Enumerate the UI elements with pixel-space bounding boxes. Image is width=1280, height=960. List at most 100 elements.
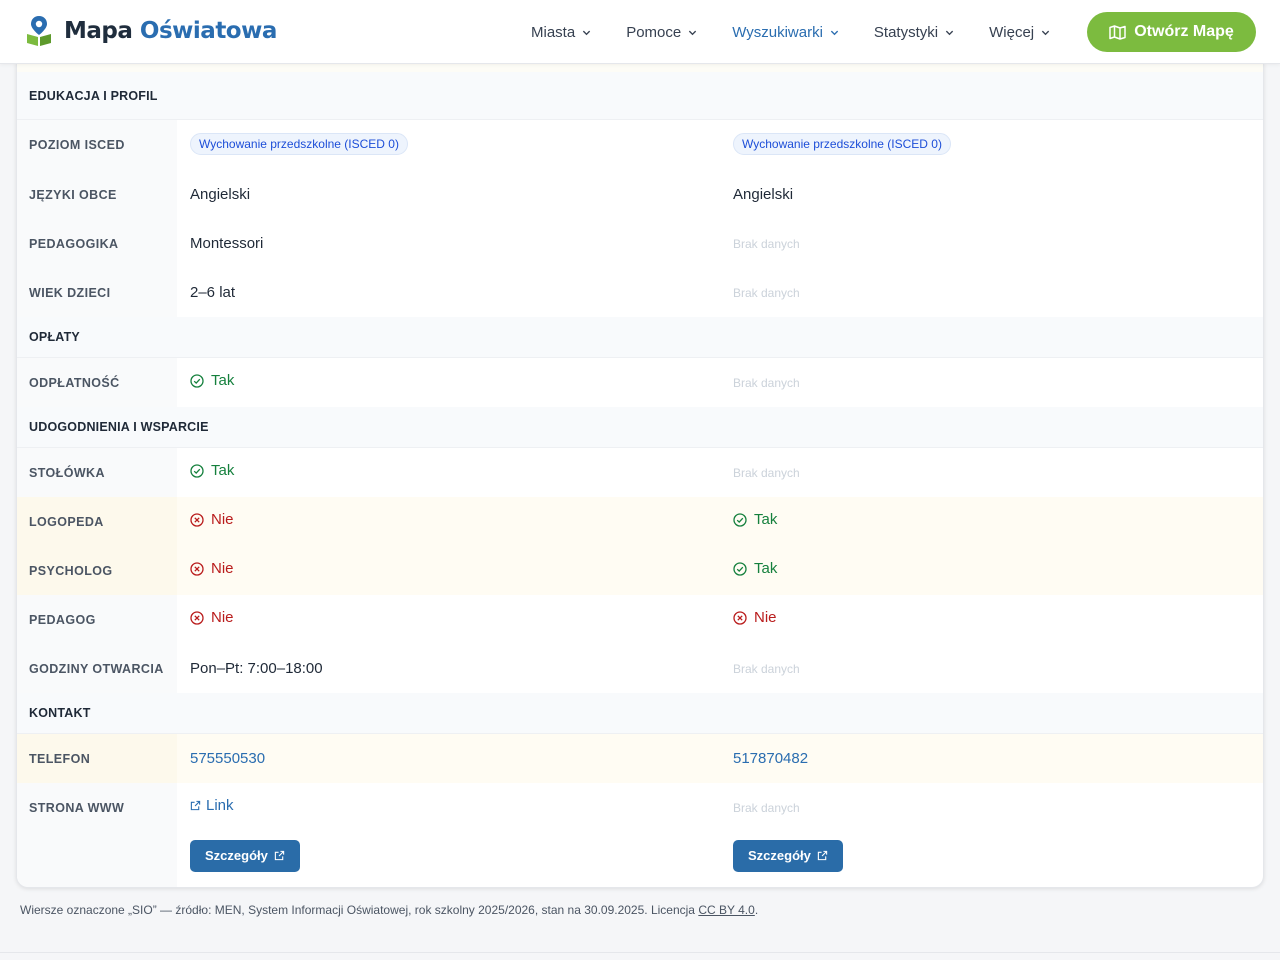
- chevron-down-icon: [1041, 30, 1050, 35]
- cell-school-2: Brak danych: [720, 358, 1263, 407]
- row-label: JĘZYKI OBCE: [17, 170, 177, 219]
- external-link-icon: [190, 800, 201, 811]
- open-map-label: Otwórz Mapę: [1134, 23, 1234, 40]
- chevron-down-icon: [689, 30, 697, 35]
- row-label: WIEK DZIECI: [17, 268, 177, 317]
- chevron-down-icon: [583, 30, 591, 35]
- yes-value: Tak: [190, 462, 234, 479]
- yes-value: Tak: [190, 372, 234, 389]
- nav-item-pomoce[interactable]: Pomoce: [617, 24, 706, 41]
- cell-school-1: Montessori: [190, 235, 264, 252]
- check-circle-icon: [733, 512, 747, 527]
- cell-school-2: Brak danych: [720, 448, 1263, 497]
- phone-link[interactable]: 517870482: [733, 750, 808, 767]
- cell-school-1: Tak: [177, 358, 720, 407]
- table-row-canteen: STOŁÓWKA Tak Brak danych: [17, 448, 1263, 497]
- map-pin-book-icon: [27, 16, 51, 46]
- section-contact: KONTAKT: [17, 693, 1263, 734]
- external-link-icon: [817, 850, 828, 861]
- no-data-text: Brak danych: [733, 285, 800, 300]
- cell-school-2: Brak danych: [720, 644, 1263, 693]
- row-label-empty: [17, 832, 177, 887]
- section-education: EDUKACJA I PROFIL: [17, 72, 1263, 120]
- cell-school-1: Tak: [177, 448, 720, 497]
- section-facilities: UDOGODNIENIA I WSPARCIE: [17, 407, 1263, 448]
- cell-school-1: Link: [177, 783, 720, 832]
- table-row-phone: TELEFON 575550530 517870482: [17, 734, 1263, 783]
- cell-school-1: Nie: [177, 546, 720, 595]
- chevron-down-icon: [830, 30, 839, 35]
- website-link-label: Link: [206, 797, 234, 814]
- no-label: Nie: [754, 609, 777, 626]
- section-title: OPŁATY: [29, 330, 80, 344]
- website-link[interactable]: Link: [190, 797, 234, 814]
- row-label: TELEFON: [17, 734, 177, 783]
- source-note: Wiersze oznaczone „SIO” — źródło: MEN, S…: [20, 903, 758, 917]
- no-value: Nie: [190, 560, 234, 577]
- table-row-psychologist: PSYCHOLOG Nie Tak: [17, 546, 1263, 595]
- row-label: STRONA WWW: [17, 783, 177, 832]
- yes-label: Tak: [754, 560, 778, 577]
- cell-school-2: Nie: [720, 595, 1263, 644]
- cell-school-1: Nie: [177, 497, 720, 546]
- check-circle-icon: [190, 463, 204, 478]
- license-link[interactable]: CC BY 4.0: [698, 903, 754, 917]
- row-label: GODZINY OTWARCIA: [17, 644, 177, 693]
- phone-link[interactable]: 575550530: [190, 750, 265, 767]
- cell-school-2: Szczegóły: [720, 832, 1263, 887]
- section-title: UDOGODNIENIA I WSPARCIE: [29, 420, 209, 434]
- cell-school-2: Brak danych: [720, 219, 1263, 268]
- source-note-end: .: [754, 903, 759, 917]
- nav-item-wyszukiwarki[interactable]: Wyszukiwarki: [723, 24, 848, 41]
- cell-school-2: Tak: [720, 497, 1263, 546]
- no-data-text: Brak danych: [733, 661, 800, 676]
- details-button[interactable]: Szczegóły: [190, 839, 300, 872]
- cell-school-2: Brak danych: [720, 268, 1263, 317]
- x-circle-icon: [190, 610, 204, 625]
- yes-label: Tak: [211, 462, 235, 479]
- nav-item-label: Pomoce: [626, 23, 682, 41]
- table-row-languages: JĘZYKI OBCE Angielski Angielski: [17, 170, 1263, 219]
- nav-item-label: Miasta: [531, 23, 576, 41]
- nav-item-miasta[interactable]: Miasta: [522, 24, 600, 41]
- check-circle-icon: [733, 561, 747, 576]
- row-label: PEDAGOGIKA: [17, 219, 177, 268]
- cell-school-2: Angielski: [733, 186, 794, 203]
- no-data-text: Brak danych: [733, 236, 800, 251]
- open-map-button[interactable]: Otwórz Mapę: [1087, 12, 1256, 52]
- table-row-speech-therapist: LOGOPEDA Nie Tak: [17, 497, 1263, 546]
- nav-item-statystyki[interactable]: Statystyki: [865, 24, 963, 41]
- nav-item-wiecej[interactable]: Więcej: [980, 24, 1059, 41]
- section-title: EDUKACJA I PROFIL: [29, 88, 158, 103]
- cell-school-1: Pon–Pt: 7:00–18:00: [190, 660, 323, 677]
- cell-school-2: Brak danych: [720, 783, 1263, 832]
- brand-logo[interactable]: Mapa Oświatowa: [26, 15, 277, 47]
- cell-school-2: Wychowanie przedszkolne (ISCED 0): [720, 120, 1263, 170]
- no-label: Nie: [211, 609, 234, 626]
- table-row-isced: POZIOM ISCED Wychowanie przedszkolne (IS…: [17, 120, 1263, 170]
- comparison-table: EDUKACJA I PROFIL POZIOM ISCED Wychowani…: [16, 62, 1264, 888]
- table-row-website: STRONA WWW Link Brak danych: [17, 783, 1263, 832]
- x-circle-icon: [733, 610, 747, 625]
- details-button-label: Szczegóły: [748, 848, 811, 863]
- no-value: Nie: [190, 511, 234, 528]
- table-row-actions: Szczegóły Szczegóły: [17, 832, 1263, 887]
- brand-name-part2: Oświatowa: [139, 18, 277, 44]
- cell-school-1: Nie: [177, 595, 720, 644]
- row-label: POZIOM ISCED: [17, 120, 177, 170]
- row-label: ODPŁATNOŚĆ: [17, 358, 177, 407]
- nav-item-label: Statystyki: [873, 23, 939, 41]
- cell-school-2: Tak: [720, 546, 1263, 595]
- no-data-text: Brak danych: [733, 800, 800, 815]
- cell-school-1: Szczegóły: [177, 832, 720, 887]
- details-button[interactable]: Szczegóły: [733, 839, 843, 872]
- section-fees: OPŁATY: [17, 317, 1263, 358]
- table-row-opening-hours: GODZINY OTWARCIA Pon–Pt: 7:00–18:00 Brak…: [17, 644, 1263, 693]
- cell-school-1: 575550530: [177, 734, 720, 783]
- yes-value: Tak: [733, 560, 777, 577]
- external-link-icon: [274, 850, 285, 861]
- table-row-pedagogy: PEDAGOGIKA Montessori Brak danych: [17, 219, 1263, 268]
- x-circle-icon: [190, 561, 204, 576]
- yes-label: Tak: [211, 372, 235, 389]
- row-label: PEDAGOG: [17, 595, 177, 644]
